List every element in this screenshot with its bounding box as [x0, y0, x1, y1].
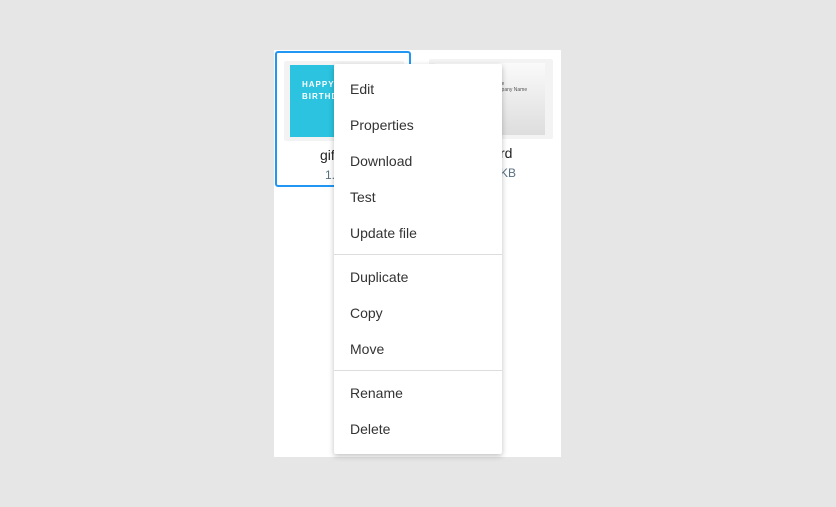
menu-item-move[interactable]: Move	[334, 331, 502, 367]
context-menu: Edit Properties Download Test Update file Dup…	[334, 64, 502, 454]
menu-item-edit[interactable]: Edit	[334, 71, 502, 107]
menu-divider	[334, 370, 502, 371]
menu-item-update-file[interactable]: Update file	[334, 215, 502, 251]
menu-divider	[334, 254, 502, 255]
menu-item-download[interactable]: Download	[334, 143, 502, 179]
menu-item-delete[interactable]: Delete	[334, 411, 502, 447]
menu-item-duplicate[interactable]: Duplicate	[334, 259, 502, 295]
menu-item-test[interactable]: Test	[334, 179, 502, 215]
menu-item-copy[interactable]: Copy	[334, 295, 502, 331]
menu-item-properties[interactable]: Properties	[334, 107, 502, 143]
menu-item-rename[interactable]: Rename	[334, 375, 502, 411]
